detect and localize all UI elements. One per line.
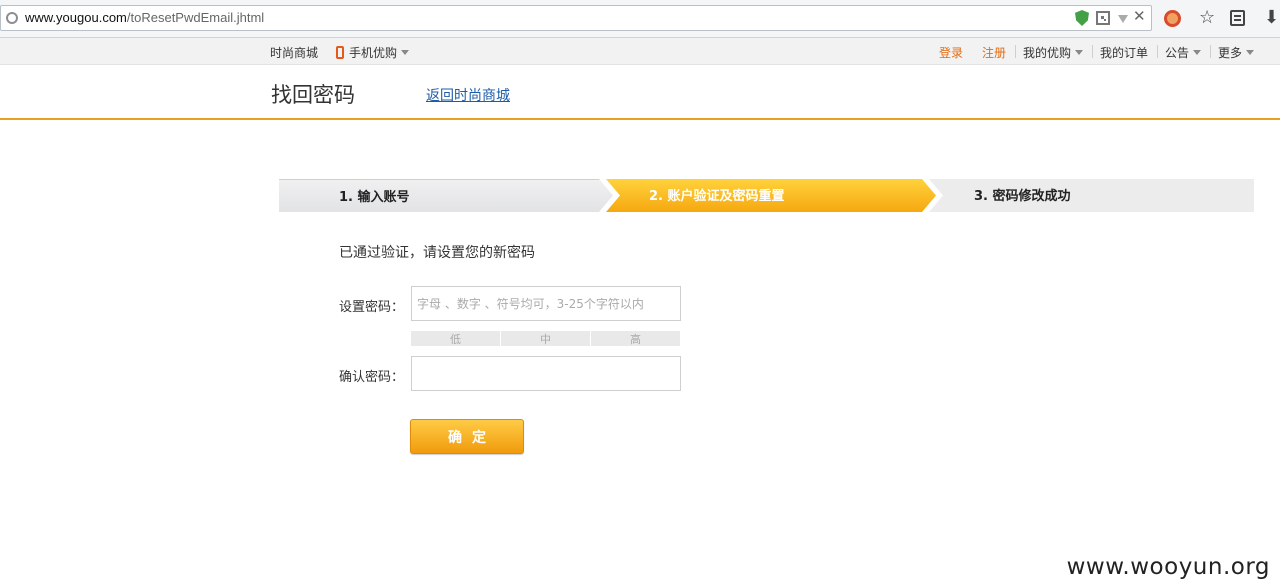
address-bar[interactable]: www.yougou.com/toResetPwdEmail.jhtml ✕ bbox=[0, 5, 1152, 31]
nav-mobile-link[interactable]: 手机优购 bbox=[336, 44, 410, 61]
site-top-nav: 时尚商城 手机优购 登录 注册 我的优购 我的订单 公告 更多 bbox=[0, 38, 1280, 65]
nav-divider bbox=[1015, 45, 1016, 58]
phone-icon bbox=[336, 46, 344, 59]
nav-my-yougou[interactable]: 我的优购 bbox=[1023, 44, 1084, 61]
verified-message: 已通过验证，请设置您的新密码 bbox=[339, 245, 535, 261]
login-link[interactable]: 登录 bbox=[939, 44, 963, 61]
nav-divider bbox=[1210, 45, 1211, 58]
step-progress: 1. 输入账号 3. 密码修改成功 2. 账户验证及密码重置 bbox=[279, 179, 1254, 212]
strength-low: 低 bbox=[450, 333, 461, 346]
page-title: 找回密码 bbox=[271, 83, 355, 107]
globe-icon bbox=[6, 12, 18, 24]
new-password-input[interactable] bbox=[411, 286, 681, 321]
close-icon[interactable]: ✕ bbox=[1133, 7, 1146, 25]
nav-more[interactable]: 更多 bbox=[1218, 44, 1255, 61]
qr-icon[interactable] bbox=[1096, 11, 1110, 25]
header-divider bbox=[0, 118, 1280, 120]
confirm-password-label: 确认密码： bbox=[339, 370, 405, 385]
nav-mobile-label: 手机优购 bbox=[349, 46, 398, 60]
url-path: /toResetPwdEmail.jhtml bbox=[126, 10, 265, 25]
chevron-down-icon bbox=[401, 50, 410, 55]
watermark: www.wooyun.org bbox=[1066, 554, 1270, 580]
register-link[interactable]: 注册 bbox=[982, 44, 1006, 61]
adblock-icon[interactable] bbox=[1164, 10, 1181, 27]
back-to-shop-link[interactable]: 返回时尚商城 bbox=[426, 85, 510, 105]
nav-my-orders[interactable]: 我的订单 bbox=[1100, 44, 1148, 61]
confirm-password-input[interactable] bbox=[411, 356, 681, 391]
nav-divider bbox=[1092, 45, 1093, 58]
chevron-down-icon bbox=[1193, 50, 1202, 55]
chevron-down-icon bbox=[1246, 50, 1255, 55]
reader-icon[interactable] bbox=[1230, 10, 1245, 26]
nav-shop-link[interactable]: 时尚商城 bbox=[270, 44, 318, 61]
step-enter-account: 1. 输入账号 bbox=[279, 179, 613, 212]
chevron-down-icon bbox=[1075, 50, 1084, 55]
shield-icon[interactable] bbox=[1075, 10, 1089, 26]
step-success: 3. 密码修改成功 bbox=[929, 179, 1254, 212]
browser-toolbar: www.yougou.com/toResetPwdEmail.jhtml ✕ ☆… bbox=[0, 0, 1280, 38]
nav-notice-label: 公告 bbox=[1165, 46, 1190, 60]
strength-high: 高 bbox=[590, 331, 680, 346]
download-icon[interactable]: ⬇ bbox=[1264, 8, 1279, 28]
nav-more-label: 更多 bbox=[1218, 46, 1243, 60]
star-icon[interactable]: ☆ bbox=[1199, 8, 1215, 28]
step-verify-reset: 2. 账户验证及密码重置 bbox=[606, 179, 936, 212]
strength-medium: 中 bbox=[500, 331, 590, 346]
url-text[interactable]: www.yougou.com/toResetPwdEmail.jhtml bbox=[25, 10, 264, 25]
password-strength-meter: 低 中 高 bbox=[411, 331, 680, 346]
nav-notice[interactable]: 公告 bbox=[1165, 44, 1202, 61]
confirm-button[interactable]: 确定 bbox=[410, 419, 524, 454]
nav-divider bbox=[1157, 45, 1158, 58]
nav-my-yougou-label: 我的优购 bbox=[1023, 46, 1072, 60]
password-label: 设置密码： bbox=[339, 300, 405, 315]
dropdown-icon[interactable] bbox=[1118, 15, 1128, 23]
url-domain: www.yougou.com bbox=[25, 10, 127, 25]
